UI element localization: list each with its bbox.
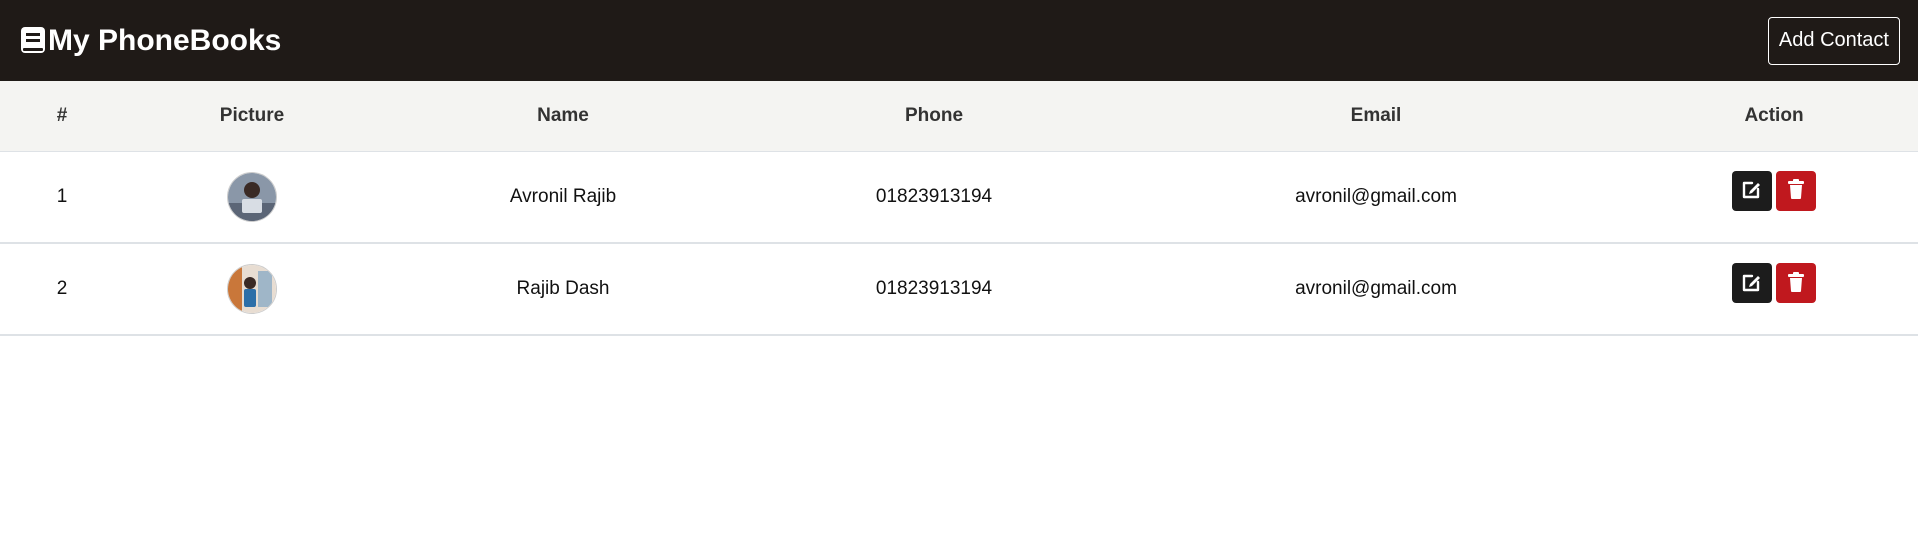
picture-cell [124, 151, 380, 243]
table-row: 1 Avronil Rajib 01823913194 avronil@gmai… [0, 151, 1918, 243]
edit-icon [1741, 271, 1763, 296]
row-actions [1732, 263, 1816, 303]
action-cell [1630, 243, 1918, 335]
delete-button[interactable] [1776, 170, 1816, 211]
row-index: 1 [56, 185, 68, 207]
contact-name: Rajib Dash [516, 278, 610, 299]
column-header-index: # [0, 81, 124, 152]
table-row: 2 Rajib Dash 01823913194 avronil@gmail.c… [0, 243, 1918, 335]
book-icon [20, 26, 46, 56]
trash-icon [1786, 271, 1806, 296]
brand-label: My PhoneBooks [48, 23, 282, 57]
avatar [227, 264, 277, 314]
row-actions [1732, 170, 1816, 211]
contact-email: avronil@gmail.com [1295, 185, 1457, 207]
avatar [227, 171, 277, 222]
column-header-name: Name [380, 81, 746, 152]
picture-cell [124, 243, 380, 335]
row-index: 2 [56, 278, 68, 299]
column-header-phone: Phone [746, 81, 1122, 152]
column-header-email: Email [1122, 81, 1630, 152]
contact-phone: 01823913194 [875, 278, 993, 299]
navbar: My PhoneBooks Add Contact [0, 0, 1918, 81]
column-header-picture: Picture [124, 81, 380, 152]
column-header-action: Action [1630, 81, 1918, 152]
edit-icon [1741, 178, 1763, 203]
edit-button[interactable] [1732, 263, 1772, 303]
trash-icon [1786, 178, 1806, 203]
delete-button[interactable] [1776, 263, 1816, 303]
contacts-table: # Picture Name Phone Email Action 1 Avro… [0, 81, 1918, 336]
contact-phone: 01823913194 [875, 185, 993, 207]
brand[interactable]: My PhoneBooks [20, 24, 281, 58]
edit-button[interactable] [1732, 170, 1772, 211]
action-cell [1630, 151, 1918, 243]
contact-name: Avronil Rajib [509, 185, 617, 207]
add-contact-button[interactable]: Add Contact [1767, 16, 1900, 65]
contact-email: avronil@gmail.com [1295, 278, 1457, 299]
table-header-row: # Picture Name Phone Email Action [0, 81, 1918, 152]
